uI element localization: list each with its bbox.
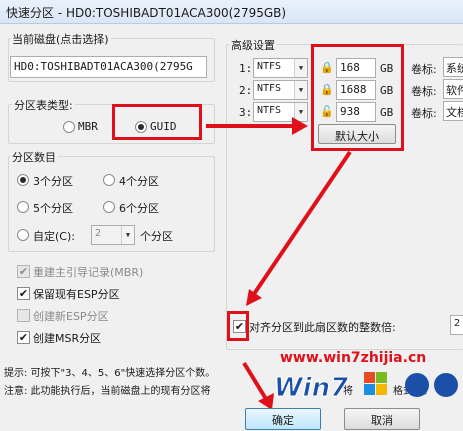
row2-vol-label: 卷标: <box>411 85 437 98</box>
row3-vol-label: 卷标: <box>411 107 437 120</box>
current-disk-legend: 当前磁盘(点击选择) <box>10 31 111 47</box>
row3-vol-input[interactable]: 文档 <box>443 101 463 121</box>
current-disk-field[interactable]: HD0:TOSHIBADT01ACA300(2795G <box>10 56 207 78</box>
align-sectors-value: 2 <box>454 318 461 329</box>
label-6-partitions[interactable]: 6个分区 <box>119 200 159 216</box>
advanced-settings-legend: 高级设置 <box>229 37 277 53</box>
title-bar: 快速分区 - HD0:TOSHIBADT01ACA300(2795GB) <box>0 0 463 24</box>
custom-count-select[interactable]: 2 ▼ <box>91 225 135 245</box>
hint-line-1: 提示: 可按下"3、4、5、6"快速选择分区个数。 <box>4 368 216 379</box>
radio-4-partitions[interactable] <box>103 174 115 186</box>
mbr-label[interactable]: MBR <box>78 120 98 133</box>
arrow-line <box>242 361 268 401</box>
label-5-partitions[interactable]: 5个分区 <box>33 200 73 216</box>
row2-fs-select[interactable]: NTFS ▼ <box>253 80 308 100</box>
guid-highlight-box <box>112 104 202 140</box>
label-3-partitions[interactable]: 3个分区 <box>33 173 73 189</box>
radio-5-partitions[interactable] <box>17 201 29 213</box>
row2-fs-value: NTFS <box>257 83 282 94</box>
chevron-down-icon: ▼ <box>294 103 307 121</box>
watermark-url: www.win7zhijia.cn <box>280 350 427 366</box>
radio-3-partitions[interactable] <box>17 174 29 186</box>
create-esp-checkbox[interactable] <box>17 309 30 322</box>
row3-index: 3: <box>239 106 253 119</box>
watermark-logo: Win7 <box>274 372 458 404</box>
partition-table-legend: 分区表类型: <box>12 97 75 113</box>
svg-text:Win7: Win7 <box>274 373 349 403</box>
size-settings-highlight-box <box>311 44 404 151</box>
custom-count-suffix: 个分区 <box>140 230 173 243</box>
chevron-down-icon: ▼ <box>294 81 307 99</box>
row1-fs-select[interactable]: NTFS ▼ <box>253 58 308 78</box>
label-4-partitions[interactable]: 4个分区 <box>119 173 159 189</box>
row1-index: 1: <box>239 62 253 75</box>
custom-count-value: 2 <box>95 228 102 239</box>
create-msr-checkbox[interactable]: ✔ <box>17 331 30 344</box>
create-msr-label[interactable]: 创建MSR分区 <box>33 330 101 346</box>
row2-vol-input[interactable]: 软件 <box>443 79 463 99</box>
label-custom[interactable]: 自定(C): <box>33 228 75 244</box>
partition-count-legend: 分区数目 <box>10 149 58 165</box>
ok-button[interactable]: 确定 <box>245 408 321 430</box>
keep-esp-checkbox[interactable]: ✔ <box>17 287 30 300</box>
row3-fs-value: NTFS <box>257 105 282 116</box>
chevron-down-icon: ▼ <box>294 59 307 77</box>
align-highlight-box <box>227 311 249 341</box>
radio-6-partitions[interactable] <box>103 201 115 213</box>
row1-vol-input[interactable]: 系统 <box>443 57 463 77</box>
rebuild-mbr-label[interactable]: 重建主引导记录(MBR) <box>33 264 143 280</box>
cancel-button[interactable]: 取消 <box>344 408 420 430</box>
row1-vol-label: 卷标: <box>411 63 437 76</box>
radio-custom[interactable] <box>17 229 29 241</box>
keep-esp-label[interactable]: 保留现有ESP分区 <box>33 286 120 302</box>
row1-fs-value: NTFS <box>257 61 282 72</box>
align-sectors-select[interactable]: 2 <box>450 315 463 335</box>
hint-line-2: 注意: 此功能执行后，当前磁盘上的现有分区将 <box>4 386 211 397</box>
window-title: 快速分区 - HD0:TOSHIBADT01ACA300(2795GB) <box>6 6 287 20</box>
create-esp-label[interactable]: 创建新ESP分区 <box>33 308 109 324</box>
rebuild-mbr-checkbox[interactable]: ✔ <box>17 265 30 278</box>
mbr-radio[interactable] <box>63 121 75 133</box>
row3-fs-select[interactable]: NTFS ▼ <box>253 102 308 122</box>
align-partition-label[interactable]: 对齐分区到此扇区数的整数倍: <box>249 319 396 335</box>
chevron-down-icon: ▼ <box>121 226 134 244</box>
row2-index: 2: <box>239 84 253 97</box>
